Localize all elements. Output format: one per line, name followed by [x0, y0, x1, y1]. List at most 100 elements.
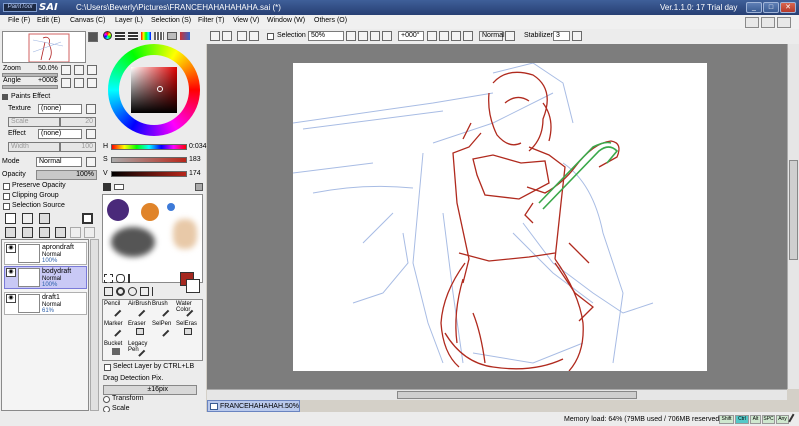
undo-button[interactable]: [210, 31, 220, 41]
user-palette-icon[interactable]: [180, 32, 190, 40]
new-linework-layer-icon[interactable]: [22, 213, 33, 224]
legacy-pen-tool[interactable]: Legacy Pen: [128, 341, 151, 357]
drag-detection-slider[interactable]: ±16pix: [103, 385, 197, 395]
mdi-minimize-button[interactable]: [745, 17, 759, 28]
drawing-canvas[interactable]: [293, 63, 707, 371]
select-layer-checkbox[interactable]: [104, 364, 111, 371]
zoom-out-button[interactable]: [61, 65, 71, 75]
menu-canvas[interactable]: Canvas (C): [70, 17, 105, 24]
nav-option-button[interactable]: [88, 32, 98, 42]
flip-button[interactable]: [463, 31, 473, 41]
zoom-minus-button[interactable]: [358, 31, 368, 41]
navigator-preview[interactable]: [2, 31, 86, 63]
merge-down-icon[interactable]: [22, 227, 33, 238]
view-mode-field[interactable]: Normal: [479, 31, 505, 41]
scratchpad-menu-icon[interactable]: [195, 183, 203, 191]
texture-scale-value[interactable]: 20: [60, 117, 96, 127]
layer-item[interactable]: ◉ bodydraft Normal 100%: [4, 266, 87, 289]
hand-tool-icon[interactable]: [140, 287, 149, 296]
scratchpad-scroll-left-icon[interactable]: [103, 183, 111, 191]
stabilizer-dropdown-button[interactable]: [572, 31, 582, 41]
rotate-right-button[interactable]: [74, 78, 84, 88]
menu-selection[interactable]: Selection (S): [151, 17, 191, 24]
blend-mode-select[interactable]: Normal: [36, 157, 82, 167]
eyedropper-icon[interactable]: [152, 287, 161, 296]
zoom-in-button[interactable]: [74, 65, 84, 75]
menu-filter[interactable]: Filter (T): [198, 17, 224, 24]
bucket-tool[interactable]: Bucket: [104, 341, 127, 356]
zoom-dropdown-button[interactable]: [346, 31, 356, 41]
pencil-tool[interactable]: Pencil: [104, 301, 127, 317]
selpen-tool[interactable]: SelPen: [152, 321, 175, 337]
color-palette-icon[interactable]: [141, 32, 151, 40]
texture-select[interactable]: (none): [38, 104, 82, 114]
rotate-left-button[interactable]: [61, 78, 71, 88]
layer-item[interactable]: ◉ aprondraft Normal 100%: [4, 242, 87, 265]
texture-dropdown-button[interactable]: [86, 104, 96, 114]
sub-color-swatch[interactable]: [186, 279, 200, 293]
seleras-tool[interactable]: SelEras: [176, 321, 199, 336]
texture-scale-field[interactable]: Scale: [8, 117, 60, 127]
eye-icon[interactable]: ◉: [6, 268, 16, 277]
zoom-tool-icon[interactable]: [116, 287, 125, 296]
rotate-reset-toolbar-button[interactable]: [451, 31, 461, 41]
hsv-slider-icon[interactable]: [128, 32, 138, 40]
invert-selection-button[interactable]: [249, 31, 259, 41]
menu-view[interactable]: View (V): [233, 17, 259, 24]
menu-layer[interactable]: Layer (L): [115, 17, 143, 24]
deselect-button[interactable]: [237, 31, 247, 41]
watercolor-tool[interactable]: Water Color: [176, 301, 199, 317]
magic-wand-icon[interactable]: [128, 274, 137, 283]
view-mode-dropdown-button[interactable]: [505, 31, 515, 41]
zoom-plus-button[interactable]: [370, 31, 380, 41]
value-slider[interactable]: [111, 171, 187, 177]
eye-icon[interactable]: ◉: [6, 244, 16, 253]
new-layer-icon[interactable]: [5, 213, 16, 224]
transform-radio[interactable]: [103, 396, 110, 403]
new-folder-icon[interactable]: [39, 213, 50, 224]
scratchpad-clear-icon[interactable]: [114, 184, 124, 190]
angle-slider[interactable]: [2, 85, 58, 89]
blend-mode-dropdown-button[interactable]: [86, 157, 96, 167]
color-wheel-mode-icon[interactable]: [103, 31, 112, 40]
eye-icon[interactable]: ◉: [6, 294, 16, 303]
clipping-group-checkbox[interactable]: [3, 193, 10, 200]
close-button[interactable]: ✕: [780, 2, 796, 13]
transfer-down-icon[interactable]: [5, 227, 16, 238]
clear-layer-icon[interactable]: [39, 227, 50, 238]
stabilizer-field[interactable]: 3: [553, 31, 570, 41]
hue-ring[interactable]: [108, 44, 200, 136]
rotate-reset-button[interactable]: [87, 78, 97, 88]
delete-layer-icon[interactable]: [55, 227, 66, 238]
airbrush-tool[interactable]: AirBrush: [128, 301, 151, 317]
zoom-100-button[interactable]: [382, 31, 392, 41]
zoom-field[interactable]: 50%: [308, 31, 344, 41]
selection-tool-icon[interactable]: [104, 274, 113, 283]
brush-tool[interactable]: Brush: [152, 301, 175, 317]
document-tab[interactable]: FRANCEHAHAHAH... 50%: [207, 400, 300, 412]
effect-select[interactable]: (none): [38, 129, 82, 139]
selection-source-checkbox[interactable]: [3, 203, 10, 210]
layer-mask-icon[interactable]: [82, 213, 93, 224]
swatches-icon[interactable]: [154, 32, 164, 40]
maximize-button[interactable]: □: [763, 2, 779, 13]
menu-edit[interactable]: Edit (E): [37, 17, 60, 24]
menu-file[interactable]: File (F): [8, 17, 30, 24]
layer-item[interactable]: ◉ draft1 Normal 61%: [4, 292, 87, 315]
minimize-button[interactable]: _: [746, 2, 762, 13]
scratchpad[interactable]: [102, 194, 203, 283]
rotate-ccw-button[interactable]: [427, 31, 437, 41]
mdi-close-button[interactable]: [777, 17, 791, 28]
horizontal-scroll-thumb[interactable]: [397, 391, 637, 399]
angle-field[interactable]: +000°: [398, 31, 424, 41]
hue-slider[interactable]: [111, 144, 187, 150]
lock-alpha-icon[interactable]: [84, 227, 95, 238]
preserve-opacity-checkbox[interactable]: [3, 183, 10, 190]
layer-list-scrollbar[interactable]: [90, 239, 99, 411]
sv-square[interactable]: [131, 67, 177, 113]
marker-tool[interactable]: Marker: [104, 321, 127, 337]
zoom-reset-button[interactable]: [87, 65, 97, 75]
opacity-slider[interactable]: 100%: [36, 170, 97, 180]
mdi-restore-button[interactable]: [761, 17, 775, 28]
vertical-scrollbar[interactable]: [787, 44, 799, 389]
